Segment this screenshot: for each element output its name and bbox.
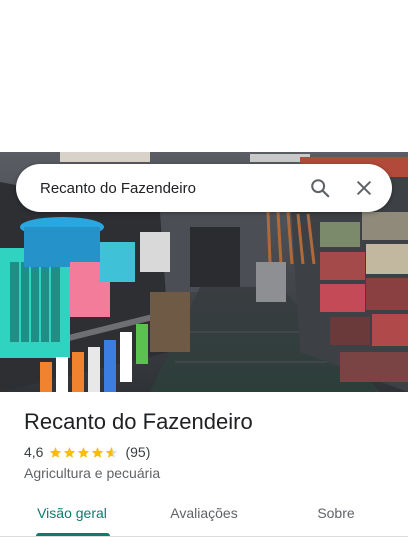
search-input[interactable]: Recanto do Fazendeiro [40,180,298,197]
star-icon [50,446,62,458]
place-category: Agricultura e pecuária [24,465,161,481]
rating-row[interactable]: 4,6 (95) [24,444,394,460]
star-icon [78,446,90,458]
close-icon[interactable] [342,166,386,210]
place-info: Recanto do Fazendeiro 4,6 (95) Agricultu… [24,408,394,481]
search-bar[interactable]: Recanto do Fazendeiro [16,164,392,212]
tab-reviews[interactable]: Avaliações [152,496,256,536]
place-title: Recanto do Fazendeiro [24,409,253,434]
tab-about[interactable]: Sobre [296,496,376,536]
place-tabs: Visão geral Avaliações Sobre [0,496,408,536]
map-area [0,0,408,152]
star-icon [64,446,76,458]
rating-value: 4,6 [24,444,44,460]
star-half-icon [106,446,118,458]
search-icon[interactable] [298,166,342,210]
tab-overview[interactable]: Visão geral [24,496,120,536]
rating-stars [49,446,119,459]
review-count: (95) [125,444,151,460]
tabs-divider [0,536,408,537]
star-icon [92,446,104,458]
